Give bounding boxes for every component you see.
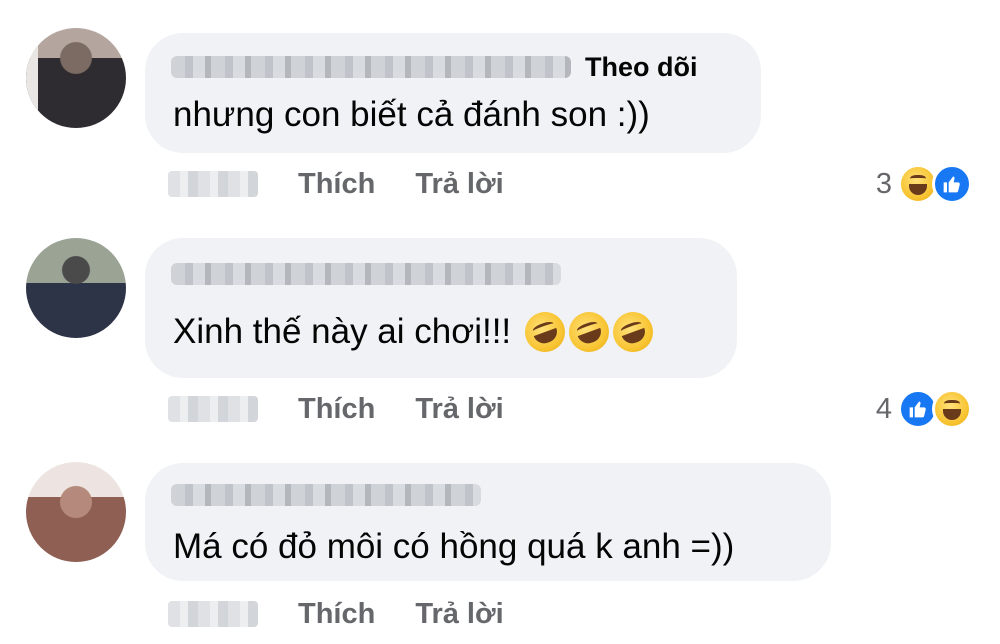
author-row <box>171 481 481 509</box>
comment-text-content: Má có đỏ môi có hồng quá k anh =)) <box>173 527 735 566</box>
comment-text-content: nhưng con biết cả đánh son :)) <box>173 95 650 134</box>
author-name-blurred[interactable] <box>171 484 481 506</box>
reaction-summary[interactable]: 4 <box>876 387 972 431</box>
avatar[interactable] <box>26 28 126 128</box>
timestamp-blurred[interactable] <box>168 601 258 627</box>
reply-button[interactable]: Trả lời <box>415 393 503 426</box>
like-button[interactable]: Thích <box>298 393 375 426</box>
timestamp-blurred[interactable] <box>168 396 258 422</box>
comment-actions: Thích Trả lời <box>168 164 504 204</box>
comment-actions: Thích Trả lời <box>168 594 504 634</box>
avatar[interactable] <box>26 462 126 562</box>
reply-button[interactable]: Trả lời <box>415 168 503 201</box>
like-button[interactable]: Thích <box>298 168 375 201</box>
comment-text: nhưng con biết cả đánh son :)) <box>173 95 650 135</box>
comment-bubble: Xinh thế này ai chơi!!! <box>145 238 737 378</box>
comment-text: Xinh thế này ai chơi!!! <box>173 306 659 358</box>
like-icon <box>932 164 972 204</box>
reply-button[interactable]: Trả lời <box>415 598 503 631</box>
comment-text-content: Xinh thế này ai chơi!!! <box>173 312 512 351</box>
like-button[interactable]: Thích <box>298 598 375 631</box>
follow-button[interactable]: Theo dõi <box>585 52 697 83</box>
rolling-laughing-icon <box>519 306 571 358</box>
comment-bubble: Theo dõi nhưng con biết cả đánh son :)) <box>145 33 761 153</box>
reaction-count: 3 <box>875 167 892 200</box>
author-row <box>171 260 561 288</box>
timestamp-blurred[interactable] <box>168 171 258 197</box>
rolling-laughing-icon <box>563 306 615 358</box>
rolling-laughing-icon <box>607 306 659 358</box>
author-name-blurred[interactable] <box>171 263 561 285</box>
avatar[interactable] <box>26 238 126 338</box>
reaction-count: 4 <box>875 392 892 425</box>
comment-actions: Thích Trả lời <box>168 389 504 429</box>
author-row: Theo dõi <box>171 52 697 83</box>
reaction-summary[interactable]: 3 <box>876 162 972 206</box>
comment-text: Má có đỏ môi có hồng quá k anh =)) <box>173 527 734 567</box>
comment-bubble: Má có đỏ môi có hồng quá k anh =)) <box>145 463 831 581</box>
author-name-blurred[interactable] <box>171 56 571 78</box>
haha-icon <box>932 389 972 429</box>
